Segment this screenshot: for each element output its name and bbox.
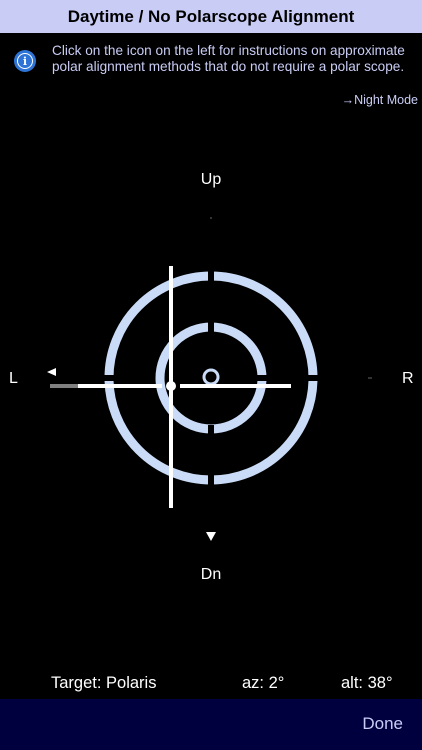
azimuth-readout: az: 2° — [242, 674, 285, 692]
ring-gap-right-inner — [257, 375, 269, 381]
status-row: Target: Polaris az: 2° alt: 38° — [0, 674, 422, 696]
outer-ring — [104, 271, 318, 485]
target-label: Target: Polaris — [51, 674, 157, 692]
altitude-readout: alt: 38° — [341, 674, 393, 692]
center-ring — [202, 368, 220, 386]
ring-gap-right-outer — [308, 375, 322, 381]
left-arrow-icon — [47, 368, 56, 376]
alignment-reticle[interactable] — [0, 0, 422, 750]
done-button[interactable]: Done — [362, 714, 403, 734]
ring-gap-top-outer — [208, 268, 214, 282]
bottom-toolbar: Done — [0, 699, 422, 750]
ring-gap-bottom-outer — [208, 474, 214, 488]
left-offset-bar — [50, 384, 78, 388]
ring-gap-left-outer — [100, 375, 114, 381]
inner-ring — [155, 322, 267, 434]
down-arrow-icon — [206, 532, 216, 541]
ring-gap-bottom-inner — [208, 425, 214, 437]
ring-gap-top-inner — [208, 320, 214, 332]
crosshair-center-dot — [166, 381, 176, 391]
